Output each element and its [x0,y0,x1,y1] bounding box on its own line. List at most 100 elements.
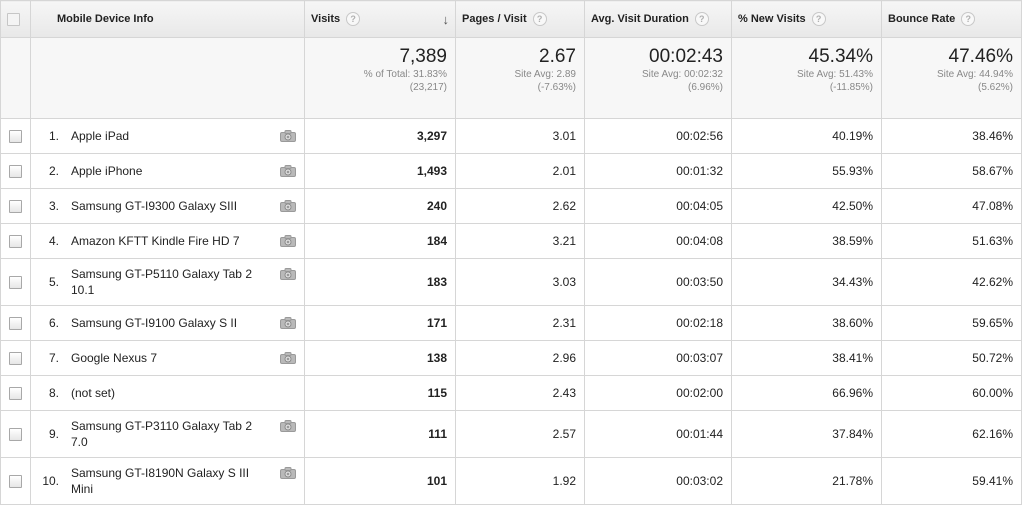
select-all-checkbox[interactable] [7,12,20,26]
device-name-link[interactable]: Samsung GT-I9100 Galaxy S II [71,315,304,331]
mobile-device-table: Mobile Device Info Visits? ↓ Pages / Vis… [0,0,1022,505]
device-cell: 7. Google Nexus 7 [30,340,305,376]
help-icon[interactable]: ? [811,12,826,26]
sort-descending-icon[interactable]: ↓ [443,12,450,27]
visits-cell: 111 [304,410,456,458]
camera-icon[interactable] [280,352,296,364]
row-checkbox-cell [0,118,31,154]
visits-cell: 138 [304,340,456,376]
device-name-link[interactable]: Samsung GT-P5110 Galaxy Tab 2 10.1 [71,266,304,298]
pages-per-visit-cell: 3.21 [455,223,585,259]
bounce-rate-cell: 60.00% [881,375,1022,411]
row-index: 8. [48,386,59,400]
device-name-link[interactable]: Samsung GT-I9300 Galaxy SIII [71,198,304,214]
camera-icon[interactable] [280,420,296,432]
help-icon[interactable]: ? [961,12,976,26]
device-name-link[interactable]: Samsung GT-P3110 Galaxy Tab 2 7.0 [71,418,304,450]
column-header-visits[interactable]: Visits? ↓ [304,0,456,38]
pages-per-visit-cell: 2.43 [455,375,585,411]
avg-visit-duration-cell: 00:02:18 [584,305,732,341]
row-checkbox[interactable] [9,130,22,144]
device-name-link[interactable]: Samsung GT-I8190N Galaxy S III Mini [71,465,304,497]
total-subtext: (6.96%) [687,82,723,93]
bounce-rate-cell: 47.08% [881,188,1022,224]
column-header-avg-visit-duration[interactable]: Avg. Visit Duration? [584,0,732,38]
camera-icon[interactable] [280,235,296,247]
help-icon[interactable]: ? [532,12,547,26]
avg-visit-duration-cell: 00:01:32 [584,153,732,189]
visits-cell: 101 [304,457,456,505]
device-cell: 9. Samsung GT-P3110 Galaxy Tab 2 7.0 [30,410,305,458]
table-row[interactable]: 3. Samsung GT-I9300 Galaxy SIII 240 2.62… [0,188,1022,224]
bounce-rate-cell: 42.62% [881,258,1022,306]
table-row[interactable]: 5. Samsung GT-P5110 Galaxy Tab 2 10.1 18… [0,258,1022,306]
new-visits-cell: 37.84% [731,410,882,458]
totals-pages-per-visit: 2.67 Site Avg: 2.89 (-7.63%) [455,37,585,119]
device-cell: 8. (not set) [30,375,305,411]
row-checkbox[interactable] [9,200,22,214]
avg-visit-duration-cell: 00:04:05 [584,188,732,224]
row-checkbox[interactable] [9,235,22,249]
totals-avg-visit-duration: 00:02:43 Site Avg: 00:02:32 (6.96%) [584,37,732,119]
table-row[interactable]: 6. Samsung GT-I9100 Galaxy S II 171 2.31… [0,305,1022,341]
totals-empty-cell [30,37,305,119]
camera-icon[interactable] [280,130,296,142]
avg-visit-duration-cell: 00:03:02 [584,457,732,505]
row-checkbox-cell [0,153,31,189]
totals-bounce-rate: 47.46% Site Avg: 44.94% (5.62%) [881,37,1022,119]
row-checkbox[interactable] [9,317,22,331]
table-row[interactable]: 9. Samsung GT-P3110 Galaxy Tab 2 7.0 111… [0,410,1022,458]
row-index: 3. [48,199,59,213]
device-name-link[interactable]: (not set) [71,385,304,401]
camera-icon[interactable] [280,467,296,479]
row-checkbox[interactable] [9,352,22,366]
help-icon[interactable]: ? [346,11,361,26]
row-index: 2. [48,164,59,178]
table-row[interactable]: 8. (not set) 115 2.43 00:02:00 66.96% 60… [0,375,1022,411]
table-row[interactable]: 10. Samsung GT-I8190N Galaxy S III Mini … [0,457,1022,505]
help-icon[interactable]: ? [694,12,709,26]
column-header-pages-per-visit[interactable]: Pages / Visit? [455,0,585,38]
row-checkbox[interactable] [9,165,22,179]
row-checkbox[interactable] [9,475,22,489]
total-value: 47.46% [948,46,1013,67]
row-checkbox-cell [0,258,31,306]
column-header-new-visits[interactable]: % New Visits? [731,0,882,38]
column-label-new-visits: % New Visits [738,12,806,25]
header-row: Mobile Device Info Visits? ↓ Pages / Vis… [0,0,1022,38]
table-row[interactable]: 2. Apple iPhone 1,493 2.01 00:01:32 55.9… [0,153,1022,189]
device-name-link[interactable]: Apple iPad [71,128,304,144]
totals-empty-cell [0,37,31,119]
camera-icon[interactable] [280,165,296,177]
column-header-device[interactable]: Mobile Device Info [30,0,305,38]
avg-visit-duration-cell: 00:03:50 [584,258,732,306]
camera-icon[interactable] [280,200,296,212]
pages-per-visit-cell: 2.01 [455,153,585,189]
row-checkbox[interactable] [9,276,22,290]
visits-cell: 183 [304,258,456,306]
pages-per-visit-cell: 2.96 [455,340,585,376]
device-cell: 6. Samsung GT-I9100 Galaxy S II [30,305,305,341]
column-header-bounce-rate[interactable]: Bounce Rate? [881,0,1022,38]
camera-icon[interactable] [280,268,296,280]
row-checkbox-cell [0,457,31,505]
new-visits-cell: 38.59% [731,223,882,259]
bounce-rate-cell: 58.67% [881,153,1022,189]
device-name-link[interactable]: Google Nexus 7 [71,350,304,366]
pages-per-visit-cell: 3.03 [455,258,585,306]
row-checkbox[interactable] [9,387,22,401]
avg-visit-duration-cell: 00:01:44 [584,410,732,458]
total-subtext: Site Avg: 00:02:32 [642,69,723,80]
row-index: 6. [48,316,59,330]
device-name-link[interactable]: Amazon KFTT Kindle Fire HD 7 [71,233,304,249]
visits-cell: 3,297 [304,118,456,154]
table-row[interactable]: 7. Google Nexus 7 138 2.96 00:03:07 38.4… [0,340,1022,376]
table-row[interactable]: 1. Apple iPad 3,297 3.01 00:02:56 40.19%… [0,118,1022,154]
table-row[interactable]: 4. Amazon KFTT Kindle Fire HD 7 184 3.21… [0,223,1022,259]
visits-cell: 184 [304,223,456,259]
device-name-link[interactable]: Apple iPhone [71,163,304,179]
row-checkbox[interactable] [9,428,22,442]
total-subtext: (23,217) [409,82,447,93]
device-cell: 3. Samsung GT-I9300 Galaxy SIII [30,188,305,224]
camera-icon[interactable] [280,317,296,329]
